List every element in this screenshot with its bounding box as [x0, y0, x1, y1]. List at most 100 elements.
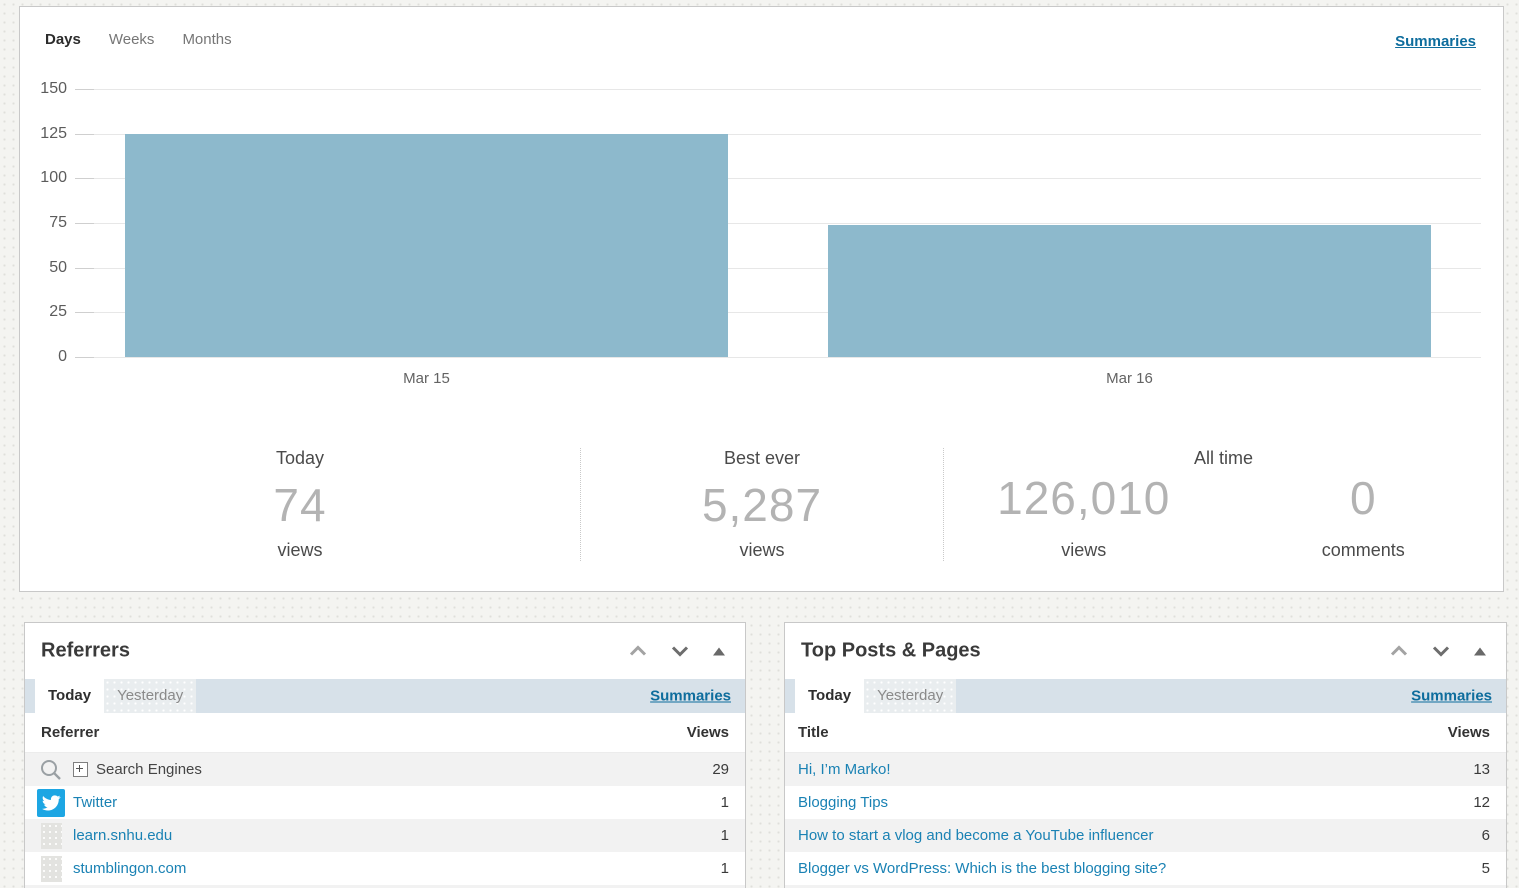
column-title: Title [798, 724, 829, 741]
referrers-rows: Search Engines29Twitter1learn.snhu.edu1s… [25, 753, 745, 888]
stat-value: 0 [1224, 475, 1504, 521]
views-count: 1 [721, 794, 729, 811]
stat-unit: views [20, 540, 580, 561]
tab-weeks[interactable]: Weeks [109, 31, 155, 48]
stat-label: Best ever [581, 448, 943, 469]
stat-all-time-views: 126,010 views [944, 475, 1224, 561]
post-link[interactable]: Blogging Tips [798, 794, 888, 811]
referrers-header: Referrers [25, 623, 745, 679]
x-axis-label: Mar 16 [778, 370, 1481, 387]
top-posts-tab-bar: Today Yesterday Summaries [785, 679, 1506, 713]
column-views: Views [687, 724, 729, 741]
table-row: Search Engines 29 [25, 753, 745, 786]
top-posts-table-header: Title Views [785, 713, 1506, 753]
views-count: 1 [721, 860, 729, 877]
summaries-link[interactable]: Summaries [1411, 688, 1492, 705]
views-count: 6 [1482, 827, 1490, 844]
move-up-icon[interactable] [629, 646, 647, 657]
tab-days[interactable]: Days [45, 31, 81, 48]
stat-value: 126,010 [944, 475, 1224, 521]
y-axis-tick-label: 25 [49, 303, 67, 321]
tab-today[interactable]: Today [795, 679, 864, 713]
views-count: 12 [1473, 794, 1490, 811]
bar-slot [778, 89, 1481, 357]
tab-today[interactable]: Today [35, 679, 104, 713]
placeholder-icon [37, 855, 65, 883]
top-posts-header: Top Posts & Pages [785, 623, 1506, 679]
y-axis-tick-label: 100 [40, 169, 67, 187]
x-axis-labels: Mar 15Mar 16 [75, 370, 1481, 387]
referrers-tab-bar: Today Yesterday Summaries [25, 679, 745, 713]
stat-all-time: All time 126,010 views 0 comments [944, 448, 1503, 561]
stat-label: Today [20, 448, 580, 469]
referrer-link: Search Engines [96, 761, 202, 778]
stat-unit: comments [1224, 540, 1504, 561]
referrer-link[interactable]: Twitter [73, 794, 117, 811]
table-row: Twitter 1 [25, 786, 745, 819]
table-row: How to start a vlog and become a YouTube… [785, 819, 1506, 852]
top-posts-rows: Hi, I’m Marko! 13 Blogging Tips 12 How to st… [785, 753, 1506, 888]
top-posts-panel: Top Posts & Pages Today Yesterday Summar… [784, 622, 1507, 888]
move-down-icon[interactable] [671, 646, 689, 657]
y-axis-tick-label: 50 [49, 259, 67, 277]
move-down-icon[interactable] [1432, 646, 1450, 657]
bar-mar-16[interactable] [828, 225, 1431, 357]
post-link[interactable]: Blogger vs WordPress: Which is the best … [798, 860, 1166, 877]
views-count: 5 [1482, 860, 1490, 877]
post-link[interactable]: How to start a vlog and become a YouTube… [798, 827, 1154, 844]
views-chart-panel: Days Weeks Months Summaries 0 25 50 75 100 12… [19, 6, 1504, 592]
stat-value: 74 [20, 482, 580, 528]
placeholder-icon [41, 856, 62, 882]
stat-unit: views [581, 540, 943, 561]
twitter-icon [37, 789, 65, 817]
referrers-table-header: Referrer Views [25, 713, 745, 753]
y-axis-tick-label: 75 [49, 214, 67, 232]
search-icon [37, 756, 65, 784]
table-row: stumblingon.com 1 [25, 852, 745, 885]
views-count: 13 [1473, 761, 1490, 778]
stat-unit: views [944, 540, 1224, 561]
tab-yesterday[interactable]: Yesterday [864, 679, 956, 713]
placeholder-icon [41, 823, 62, 849]
period-tabs: Days Weeks Months [45, 31, 232, 48]
y-axis-tick-label: 150 [40, 80, 67, 98]
views-count: 1 [721, 827, 729, 844]
tab-yesterday[interactable]: Yesterday [104, 679, 196, 713]
panel-title: Top Posts & Pages [801, 640, 981, 663]
expand-icon[interactable] [73, 762, 88, 777]
stats-summary: Today 74 views Best ever 5,287 views All… [20, 448, 1503, 561]
views-count: 29 [712, 761, 729, 778]
bar-slot [75, 89, 778, 357]
stats-page: Days Weeks Months Summaries 025507510012… [0, 0, 1519, 888]
gridline [75, 357, 1481, 358]
x-axis-label: Mar 15 [75, 370, 778, 387]
views-bar-chart [75, 89, 1481, 357]
table-row: learn.snhu.edu 1 [25, 819, 745, 852]
stat-best-ever: Best ever 5,287 views [580, 448, 944, 561]
stat-today: Today 74 views [20, 448, 580, 561]
placeholder-icon [37, 822, 65, 850]
referrer-link[interactable]: learn.snhu.edu [73, 827, 172, 844]
table-row: Blogging Tips 12 [785, 786, 1506, 819]
table-row: Blogger vs WordPress: Which is the best … [785, 852, 1506, 885]
referrers-panel: Referrers Today Yesterday Summaries Refe… [24, 622, 746, 888]
column-views: Views [1448, 724, 1490, 741]
panel-title: Referrers [41, 640, 130, 663]
stat-label: All time [944, 448, 1503, 469]
column-referrer: Referrer [41, 724, 99, 741]
collapse-icon[interactable] [713, 647, 725, 655]
summaries-link[interactable]: Summaries [1395, 33, 1476, 50]
tab-months[interactable]: Months [182, 31, 231, 48]
collapse-icon[interactable] [1474, 647, 1486, 655]
move-up-icon[interactable] [1390, 646, 1408, 657]
bar-mar-15[interactable] [125, 134, 728, 357]
post-link[interactable]: Hi, I’m Marko! [798, 761, 891, 778]
stat-all-time-comments: 0 comments [1224, 475, 1504, 561]
y-axis: 0255075100125150 [25, 89, 67, 357]
y-axis-tick-label: 125 [40, 125, 67, 143]
stat-value: 5,287 [581, 482, 943, 528]
table-row: Hi, I’m Marko! 13 [785, 753, 1506, 786]
referrer-link[interactable]: stumblingon.com [73, 860, 186, 877]
summaries-link[interactable]: Summaries [650, 688, 731, 705]
y-axis-tick-label: 0 [58, 348, 67, 366]
